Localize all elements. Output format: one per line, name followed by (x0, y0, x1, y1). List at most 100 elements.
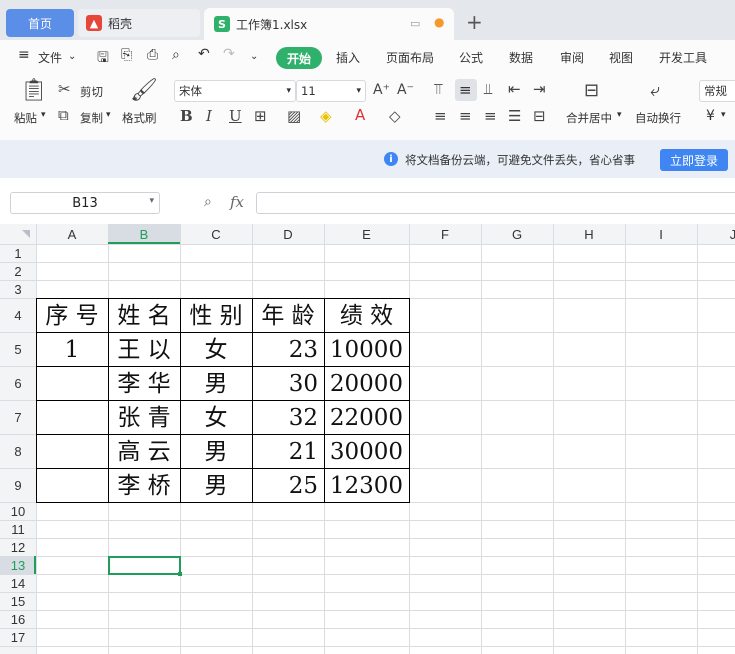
selected-cell[interactable] (108, 556, 181, 575)
menu-formula[interactable]: 公式 (459, 49, 483, 66)
hamburger-icon[interactable]: ≡ (18, 47, 30, 63)
decrease-indent-icon[interactable]: ⇤ (508, 82, 521, 97)
row-header-15[interactable]: 15 (11, 594, 25, 609)
merge-center-chevron-icon[interactable]: ▾ (617, 110, 622, 120)
paste-chevron-icon[interactable]: ▾ (41, 110, 46, 120)
decrease-font-icon[interactable]: A⁻ (397, 83, 414, 97)
tab-workbook[interactable]: S 工作簿1.xlsx ▭ ● (204, 8, 454, 40)
menu-file[interactable]: 文件 (38, 49, 62, 66)
justify-icon[interactable]: ☰ (508, 109, 521, 124)
row-header-1[interactable]: 1 (14, 246, 21, 261)
sheet-grid[interactable]: A B C D E F G H I J1234567891011121314151617序 号姓 … (0, 224, 735, 654)
menu-page-layout[interactable]: 页面布局 (386, 49, 434, 66)
table-cell[interactable]: 王 以 (117, 337, 170, 363)
row-header-2[interactable]: 2 (14, 264, 21, 279)
menu-view[interactable]: 视图 (609, 49, 633, 66)
quick-access-chevron-icon[interactable]: ⌄ (250, 51, 258, 62)
table-cell[interactable]: 男 (205, 439, 228, 465)
table-header-cell[interactable]: 年 龄 (261, 303, 314, 329)
font-color-icon[interactable]: A (355, 108, 365, 123)
border-icon[interactable]: ⊞ (254, 109, 267, 124)
redo-icon[interactable]: ↷ (223, 46, 235, 62)
row-header-13[interactable]: 13 (11, 558, 25, 573)
font-size-select[interactable]: 11 ▾ (296, 80, 366, 102)
tab-home[interactable]: 首页 (6, 9, 74, 37)
table-header-cell[interactable]: 性 别 (189, 303, 242, 329)
table-cell[interactable]: 李 桥 (117, 473, 170, 499)
monitor-icon[interactable]: ▭ (410, 17, 420, 30)
table-cell[interactable]: 高 云 (117, 439, 170, 465)
column-header-D[interactable]: D (283, 227, 292, 242)
cut-button[interactable]: 剪切 (80, 84, 103, 100)
align-top-icon[interactable]: ⫪ (434, 82, 442, 97)
row-header-4[interactable]: 4 (14, 308, 21, 323)
column-header-I[interactable]: I (659, 227, 663, 242)
undo-icon[interactable]: ↶ (198, 46, 210, 62)
table-cell[interactable]: 12300 (330, 473, 403, 499)
menu-data[interactable]: 数据 (509, 49, 533, 66)
table-header-cell[interactable]: 绩 效 (340, 303, 393, 329)
row-header-8[interactable]: 8 (14, 444, 21, 459)
row-header-16[interactable]: 16 (11, 612, 25, 627)
save-icon[interactable]: 🖫 (97, 47, 109, 71)
export-icon[interactable]: ⎘ (121, 47, 132, 63)
table-cell[interactable]: 22000 (330, 405, 403, 431)
merge-center-button[interactable]: 合并居中 (566, 110, 612, 126)
wrap-text-icon[interactable]: ⤶ (650, 82, 660, 100)
menu-developer[interactable]: 开发工具 (659, 49, 707, 66)
column-header-B[interactable]: B (140, 227, 149, 242)
table-cell[interactable]: 25 (289, 473, 318, 499)
wrap-text-button[interactable]: 自动换行 (635, 110, 681, 126)
function-icon[interactable]: fx (230, 193, 244, 211)
align-bottom-icon[interactable]: ⫫ (484, 82, 492, 97)
currency-format-button[interactable]: ¥ (706, 108, 715, 124)
menu-insert[interactable]: 插入 (336, 49, 360, 66)
merge-center-icon[interactable]: ⊟ (584, 82, 599, 100)
format-painter-button[interactable]: 格式刷 (122, 110, 157, 126)
row-header-5[interactable]: 5 (14, 342, 21, 357)
distributed-icon[interactable]: ⊟ (533, 109, 546, 124)
table-cell[interactable]: 30 (289, 371, 318, 397)
font-name-select[interactable]: 宋体 ▾ (174, 80, 296, 102)
new-tab-button[interactable]: + (466, 10, 483, 34)
row-header-10[interactable]: 10 (11, 504, 25, 519)
table-cell[interactable]: 男 (205, 371, 228, 397)
row-header-14[interactable]: 14 (11, 576, 25, 591)
italic-icon[interactable]: I (206, 109, 212, 124)
row-header-17[interactable]: 17 (11, 630, 25, 645)
copy-button[interactable]: 复制 (80, 110, 103, 126)
table-cell[interactable]: 23 (289, 337, 318, 363)
paste-button[interactable]: 粘贴 (14, 110, 37, 126)
table-cell[interactable]: 32 (289, 405, 318, 431)
increase-indent-icon[interactable]: ⇥ (533, 82, 546, 97)
chevron-down-icon[interactable]: ⌄ (68, 51, 76, 62)
row-header-7[interactable]: 7 (14, 410, 21, 425)
align-left-icon[interactable]: ≡ (434, 109, 447, 124)
column-header-A[interactable]: A (68, 227, 77, 242)
clear-format-icon[interactable]: ◇ (389, 109, 401, 124)
number-format-select[interactable]: 常规 (699, 80, 735, 102)
row-header-6[interactable]: 6 (14, 376, 21, 391)
underline-icon[interactable]: U (229, 109, 242, 124)
fill-color-icon[interactable]: ◈ (320, 109, 332, 124)
tab-daoke[interactable]: ▲ 稻壳 (78, 9, 200, 37)
table-cell[interactable]: 30000 (330, 439, 403, 465)
table-header-cell[interactable]: 姓 名 (117, 303, 170, 329)
column-header-C[interactable]: C (211, 227, 220, 242)
table-cell[interactable]: 李 华 (117, 371, 170, 397)
bold-icon[interactable]: B (180, 109, 193, 124)
copy-icon[interactable]: ⧉ (58, 108, 69, 123)
zoom-search-icon[interactable]: ⌕ (204, 194, 212, 210)
table-cell[interactable]: 女 (205, 337, 228, 363)
column-header-J[interactable]: J (730, 227, 735, 242)
column-header-F[interactable]: F (441, 227, 449, 242)
align-center-icon[interactable]: ≡ (459, 109, 472, 124)
align-middle-button[interactable]: ≡ (455, 79, 477, 101)
table-cell[interactable]: 1 (65, 337, 80, 363)
currency-chevron-icon[interactable]: ▾ (721, 110, 726, 120)
increase-font-icon[interactable]: A⁺ (373, 83, 390, 97)
login-button[interactable]: 立即登录 (660, 149, 728, 171)
print-icon[interactable]: ⎙ (147, 47, 158, 63)
align-right-icon[interactable]: ≡ (484, 109, 497, 124)
table-header-cell[interactable]: 序 号 (45, 303, 98, 329)
